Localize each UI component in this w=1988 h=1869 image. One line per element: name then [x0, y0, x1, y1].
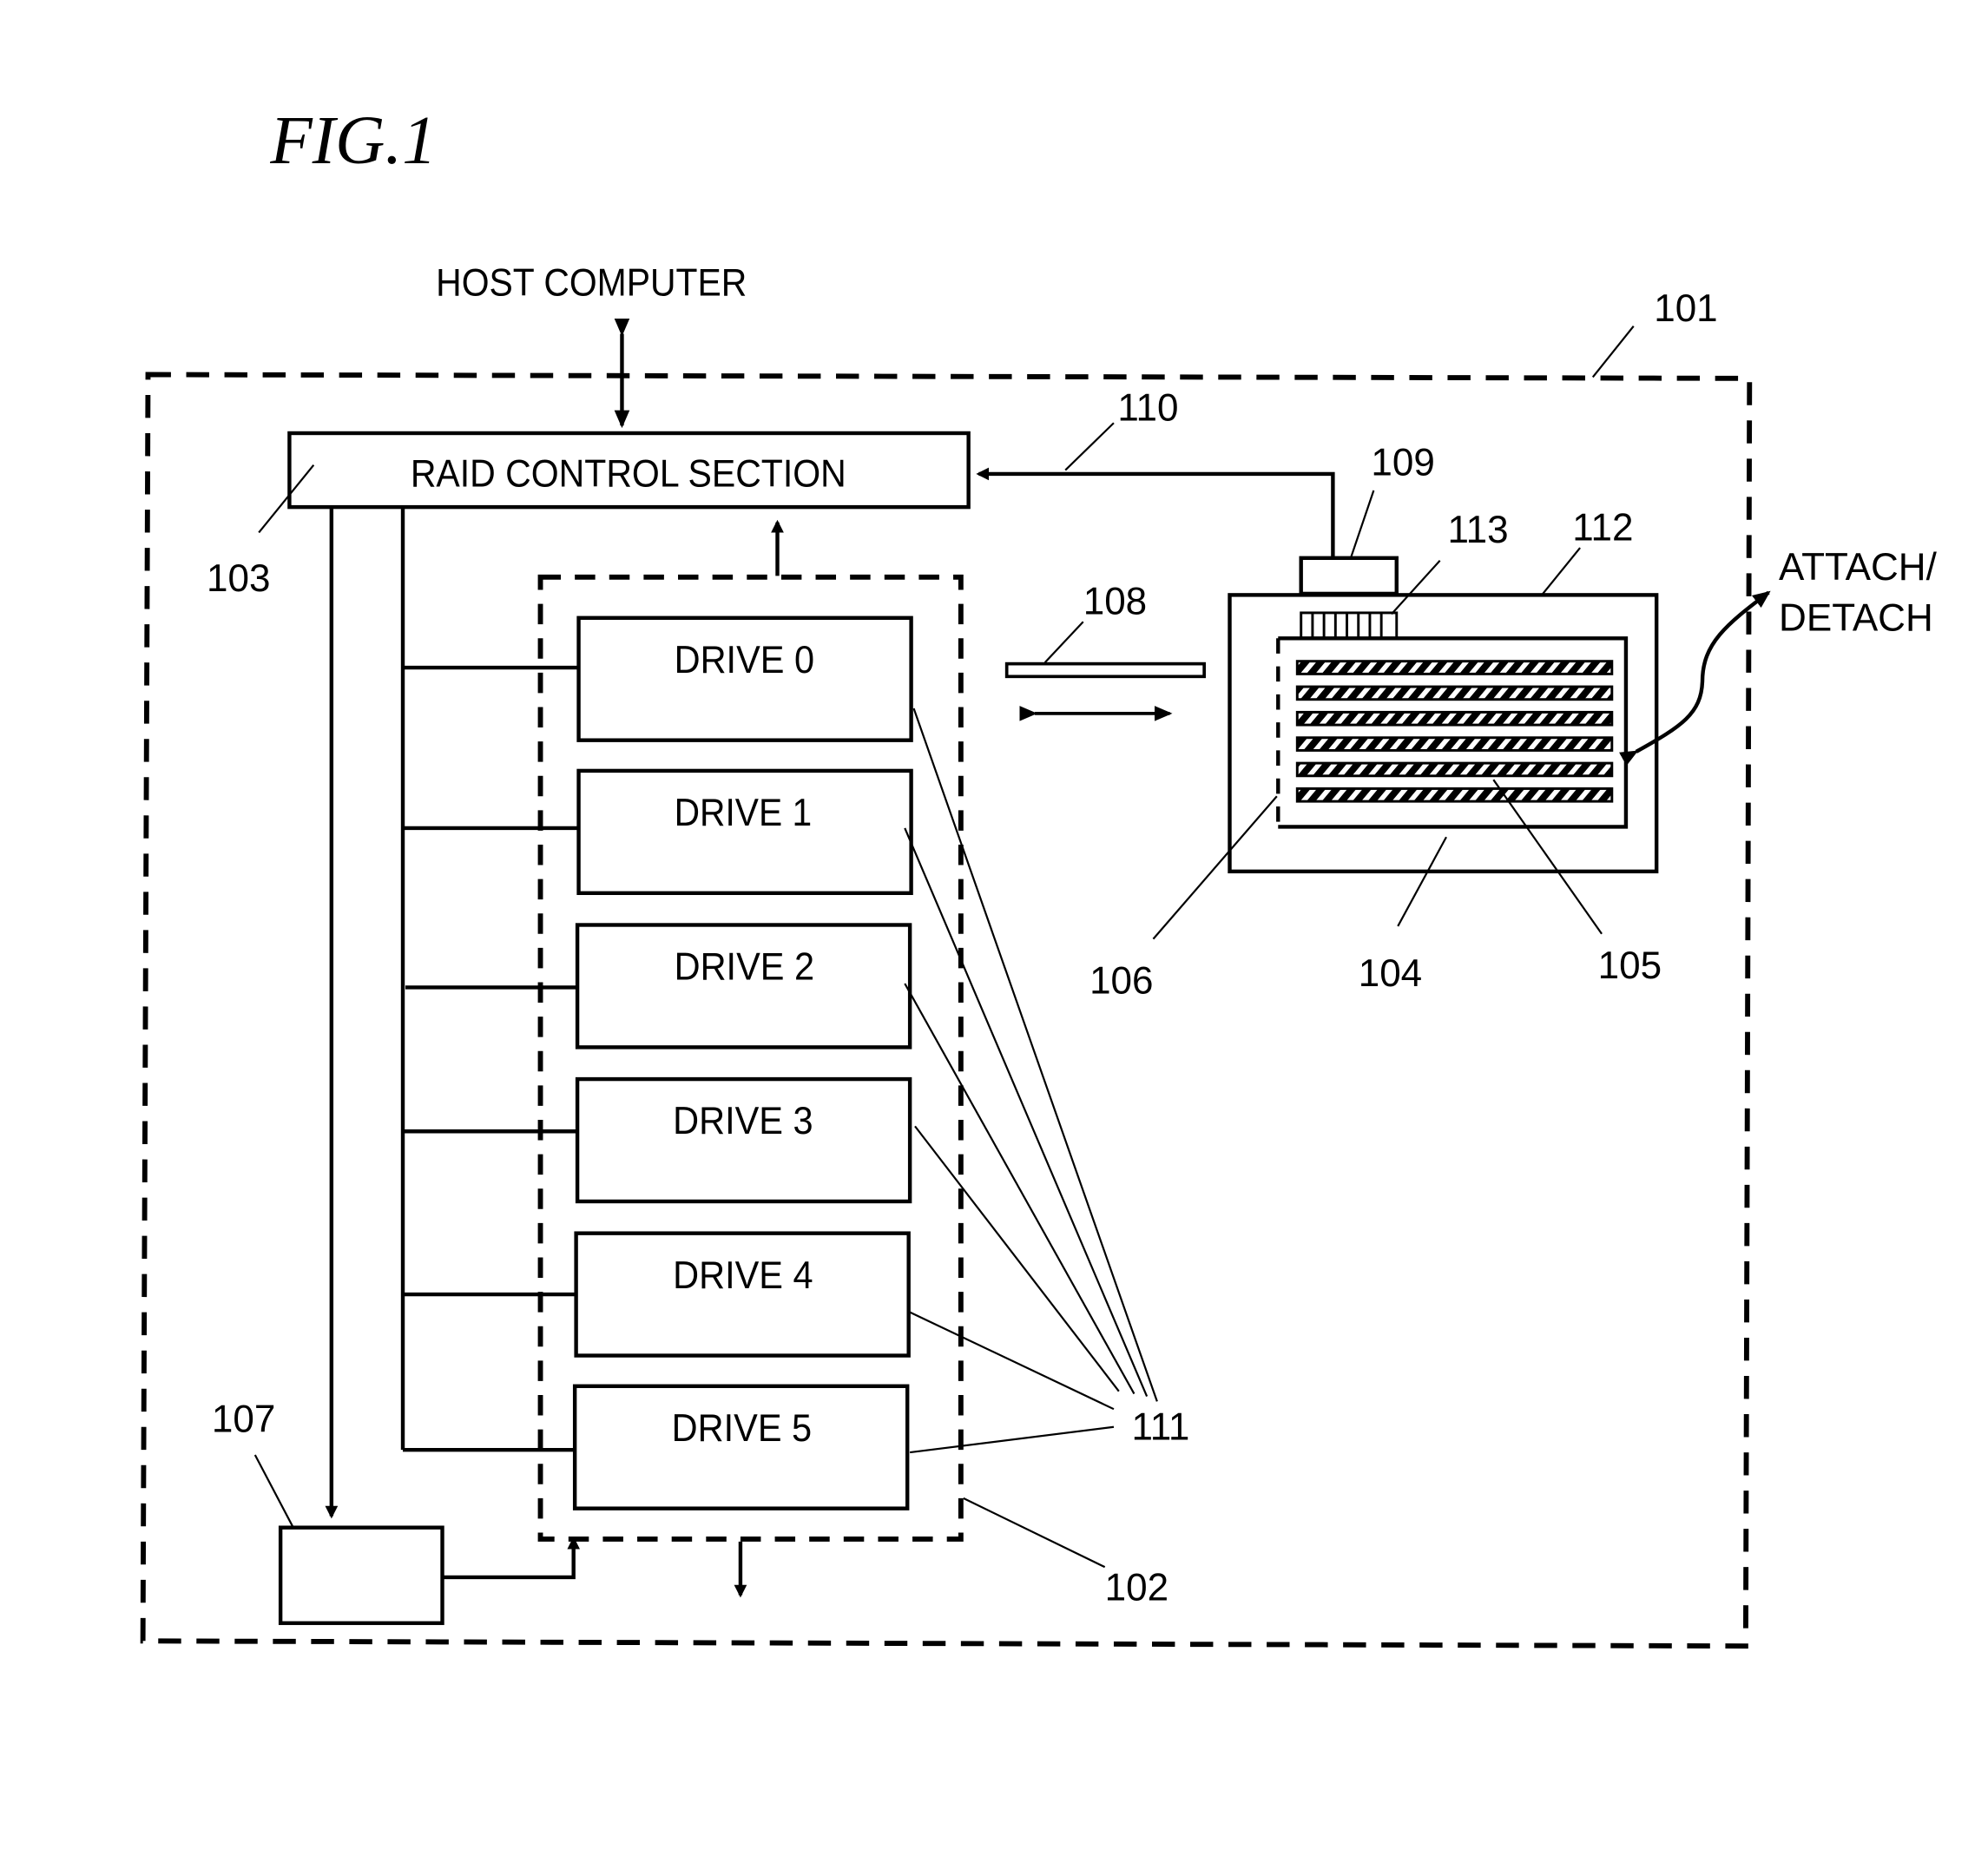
ref-102: 102 [1105, 1566, 1168, 1609]
ref-109: 109 [1371, 441, 1434, 484]
shutter-108 [1004, 661, 1206, 679]
connector-109 [1299, 556, 1399, 596]
drive-2: DRIVE 2 [405, 923, 912, 1050]
drive-3-label: DRIVE 3 [673, 1100, 813, 1142]
patent-figure: FIG.1 HOST COMPUTER 101 RAID CONTROL SEC… [140, 102, 1938, 1649]
drive-3: DRIVE 3 [403, 1076, 912, 1204]
unit-107 [278, 1525, 444, 1625]
leader-109 [1349, 490, 1375, 559]
drive-1: DRIVE 1 [403, 768, 913, 896]
leader-110 [1064, 422, 1115, 471]
drive-2-label: DRIVE 2 [675, 946, 814, 989]
ref-105: 105 [1598, 944, 1662, 987]
signal-line-110 [976, 467, 1335, 558]
leader-102 [963, 1497, 1106, 1569]
figure-title: FIG.1 [269, 102, 436, 179]
ref-112: 112 [1572, 506, 1633, 549]
drive-0: DRIVE 0 [403, 615, 913, 742]
drive-5: DRIVE 5 [403, 1384, 910, 1510]
terminal-113 [1300, 611, 1399, 640]
leader-112 [1541, 547, 1581, 596]
storage-enclosure-101 [140, 372, 1753, 1649]
leader-108 [1043, 621, 1084, 663]
drive-4: DRIVE 4 [403, 1231, 911, 1358]
leader-107 [253, 1454, 294, 1529]
leader-101 [1591, 326, 1635, 378]
ref-104: 104 [1359, 952, 1422, 995]
detach-label: DETACH [1779, 596, 1933, 639]
ref-111: 111 [1132, 1405, 1190, 1448]
leaders-111 [904, 707, 1158, 1454]
raid-control-label: RAID CONTROL SECTION [411, 453, 846, 496]
line-107-to-drive-group [443, 1536, 581, 1580]
ref-101: 101 [1654, 287, 1717, 330]
attach-label: ATTACH/ [1779, 546, 1938, 589]
ref-106: 106 [1089, 960, 1153, 1003]
ref-103: 103 [207, 557, 270, 600]
host-computer-label: HOST COMPUTER [436, 261, 747, 304]
ref-107: 107 [212, 1398, 275, 1441]
drive-0-label: DRIVE 0 [675, 639, 814, 681]
drive-5-label: DRIVE 5 [672, 1407, 812, 1450]
drive-1-label: DRIVE 1 [675, 792, 813, 834]
ref-108: 108 [1083, 580, 1147, 622]
drive-4-label: DRIVE 4 [673, 1254, 813, 1297]
ref-110: 110 [1117, 386, 1178, 429]
ref-113: 113 [1447, 509, 1508, 551]
